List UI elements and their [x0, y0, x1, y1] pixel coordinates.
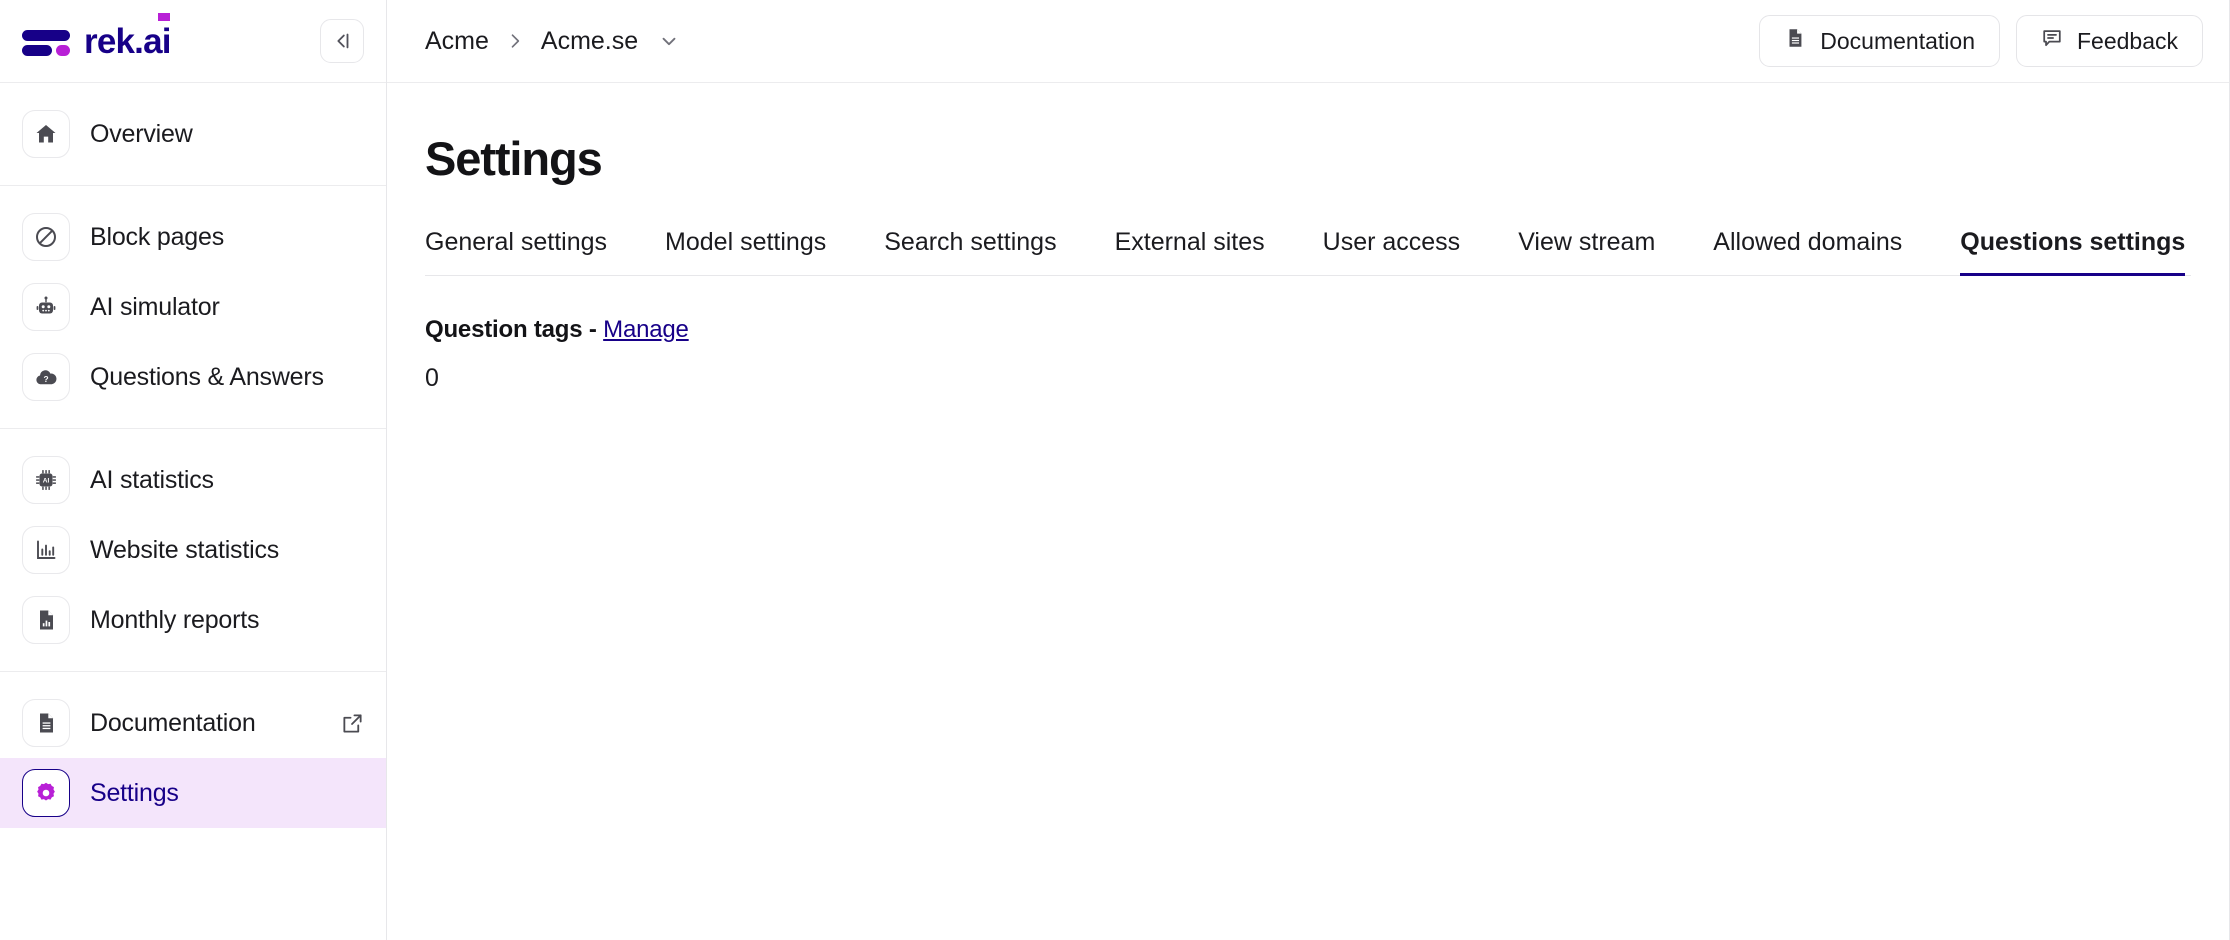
sidebar-group-4: Documentation Settings: [0, 671, 386, 844]
sidebar-item-documentation[interactable]: Documentation: [0, 688, 386, 758]
tab-allowed-domains[interactable]: Allowed domains: [1713, 228, 1902, 276]
block-icon: [22, 213, 70, 261]
settings-tabs: General settings Model settings Search s…: [425, 228, 2191, 276]
documentation-button[interactable]: Documentation: [1759, 15, 2000, 67]
tab-search-settings[interactable]: Search settings: [884, 228, 1056, 276]
question-tags-label-text: Question tags: [425, 316, 583, 343]
chevron-right-icon: [505, 31, 525, 51]
tab-user-access[interactable]: User access: [1323, 228, 1461, 276]
breadcrumb-item-org[interactable]: Acme: [425, 27, 489, 56]
speech-bubble-icon: [2041, 27, 2063, 55]
svg-text:AI: AI: [43, 478, 50, 485]
bar-chart-icon: [22, 526, 70, 574]
sidebar-item-settings[interactable]: Settings: [0, 758, 386, 828]
question-tags-label-separator: -: [588, 316, 597, 343]
chevron-down-icon: [662, 37, 676, 46]
brand-name-text: rek.ai: [84, 21, 171, 61]
tab-view-stream[interactable]: View stream: [1518, 228, 1655, 276]
sidebar-item-overview[interactable]: Overview: [0, 99, 386, 169]
external-link-icon: [341, 712, 364, 735]
sidebar-item-website-statistics[interactable]: Website statistics: [0, 515, 386, 585]
sidebar-item-questions-answers[interactable]: ? Questions & Answers: [0, 342, 386, 412]
home-icon: [22, 110, 70, 158]
tab-model-settings[interactable]: Model settings: [665, 228, 826, 276]
sidebar-group-1: Overview: [0, 83, 386, 185]
documentation-button-label: Documentation: [1820, 27, 1975, 54]
breadcrumb: Acme Acme.se: [425, 27, 680, 56]
sidebar-item-label: Questions & Answers: [90, 362, 324, 391]
rek-ai-logo-icon: [22, 25, 70, 57]
collapse-sidebar-icon: [337, 33, 349, 49]
cloud-question-icon: ?: [22, 353, 70, 401]
sidebar-item-label: AI simulator: [90, 292, 220, 321]
main-area: Acme Acme.se Documentation Feedback Sett…: [387, 0, 2230, 940]
document-chart-icon: [22, 596, 70, 644]
sidebar-item-label: Documentation: [90, 708, 256, 737]
question-tags-label: Question tags - Manage: [425, 316, 2191, 344]
breadcrumb-site-dropdown-button[interactable]: [658, 30, 680, 52]
tab-questions-settings[interactable]: Questions settings: [1960, 228, 2186, 276]
sidebar-nav: Overview Block pages AI simulator ? Ques…: [0, 83, 386, 844]
collapse-sidebar-button[interactable]: [320, 19, 364, 63]
document-icon: [1784, 27, 1806, 55]
brand-accent-tick: [157, 12, 170, 21]
sidebar: rek.ai Overview Block pages AI simulator…: [0, 0, 387, 940]
feedback-button[interactable]: Feedback: [2015, 15, 2203, 67]
page-content: Settings General settings Model settings…: [387, 83, 2229, 940]
sidebar-item-label: Website statistics: [90, 535, 280, 564]
tab-external-sites[interactable]: External sites: [1115, 228, 1265, 276]
sidebar-item-label: AI statistics: [90, 465, 214, 494]
manage-question-tags-link[interactable]: Manage: [603, 316, 689, 343]
app-root: rek.ai Overview Block pages AI simulator…: [0, 0, 2230, 940]
sidebar-group-2: Block pages AI simulator ? Questions & A…: [0, 185, 386, 428]
topbar-actions: Documentation Feedback: [1759, 15, 2203, 67]
robot-icon: [22, 283, 70, 331]
sidebar-item-label: Block pages: [90, 222, 224, 251]
sidebar-group-3: AI AI statistics Website statistics Mont…: [0, 428, 386, 671]
gear-icon: [22, 769, 70, 817]
sidebar-item-ai-simulator[interactable]: AI simulator: [0, 272, 386, 342]
sidebar-item-label: Settings: [90, 778, 179, 807]
feedback-button-label: Feedback: [2076, 27, 2178, 54]
sidebar-item-ai-statistics[interactable]: AI AI statistics: [0, 445, 386, 515]
topbar: Acme Acme.se Documentation Feedback: [387, 0, 2229, 83]
document-icon: [22, 699, 70, 747]
breadcrumb-item-site[interactable]: Acme.se: [541, 27, 638, 56]
brand[interactable]: rek.ai: [22, 12, 171, 61]
page-title: Settings: [425, 132, 603, 185]
sidebar-header: rek.ai: [0, 0, 386, 83]
sidebar-item-label: Monthly reports: [90, 605, 260, 634]
question-tags-count: 0: [425, 364, 439, 392]
sidebar-item-label: Overview: [90, 119, 193, 148]
sidebar-item-block-pages[interactable]: Block pages: [0, 202, 386, 272]
sidebar-item-monthly-reports[interactable]: Monthly reports: [0, 585, 386, 655]
tab-general-settings[interactable]: General settings: [425, 228, 607, 276]
svg-text:?: ?: [43, 374, 48, 384]
brand-name: rek.ai: [84, 12, 171, 61]
chip-ai-icon: AI: [22, 456, 70, 504]
